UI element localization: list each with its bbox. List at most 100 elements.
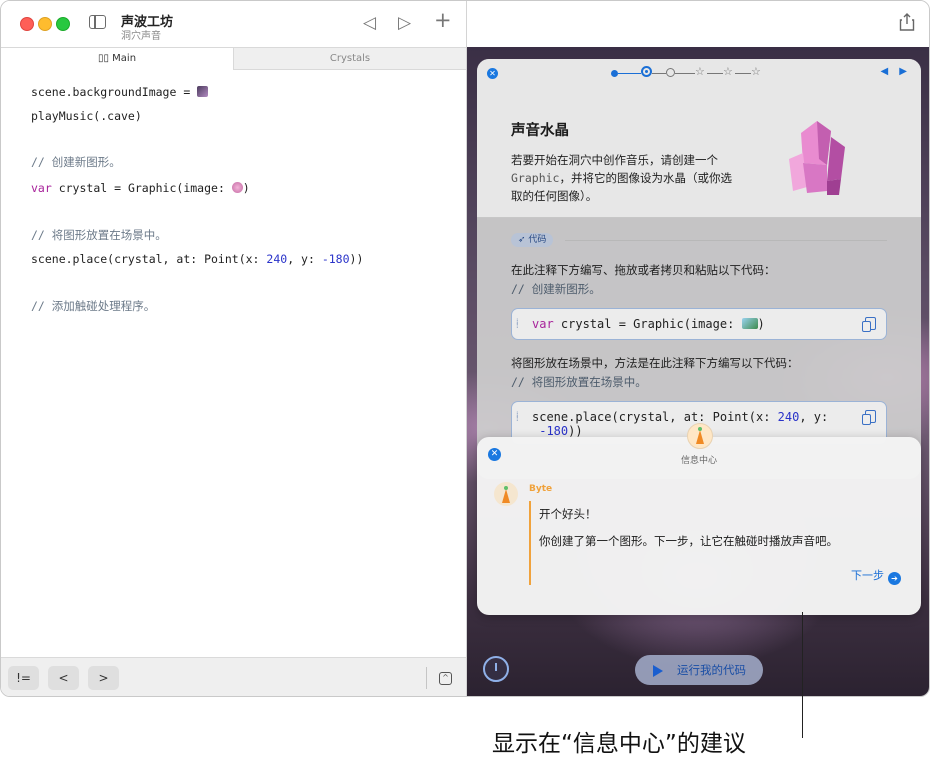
- not-equal-button[interactable]: !=: [8, 666, 39, 690]
- code-comment-1[interactable]: // 创建新图形。: [31, 154, 121, 170]
- number-literal: -180: [539, 424, 569, 438]
- number-literal: 240: [266, 252, 288, 266]
- swift-icon: ➶: [518, 235, 529, 245]
- divider: [565, 240, 887, 241]
- snippet-code: scene.place(crystal, at: Point(x: 240, y…: [532, 410, 828, 438]
- byte-character-icon: [696, 427, 704, 444]
- step1-comment: // 创建新图形。: [511, 282, 601, 296]
- code-line-2[interactable]: playMusic(.cave): [31, 109, 142, 123]
- crystal-image-thumbnail[interactable]: [231, 182, 243, 193]
- message-center-title: 信息中心: [680, 456, 717, 466]
- speed-gauge-icon[interactable]: [483, 656, 509, 682]
- guide-panel: ✕ ☆ ☆ ☆ ◀ ▶ 声音水晶 若要开始在洞穴中创作音乐，请创建一个Graph…: [477, 59, 921, 479]
- intro-text: 若要开始在洞穴中创作音乐，请创建一个: [511, 153, 718, 167]
- message-accent-bar: [529, 501, 531, 585]
- progress-line: [652, 73, 666, 74]
- code-snippet-1[interactable]: ⁞ ⁞ var crystal = Graphic(image: ): [511, 308, 887, 340]
- tab-main-label: Main: [112, 53, 137, 64]
- star-icon[interactable]: ☆: [751, 65, 761, 79]
- playgrounds-window: 声波工坊 洞穴声音 ◁ ▷ + ▯▯ Main Crystals scene.b…: [0, 0, 930, 697]
- run-my-code-button[interactable]: 运行我的代码: [635, 655, 763, 685]
- progress-line: [618, 73, 641, 75]
- book-icon: ▯▯: [97, 53, 109, 64]
- number-literal: 240: [777, 410, 800, 424]
- cave-image-thumbnail[interactable]: [197, 86, 209, 97]
- next-step-label: 下一步: [851, 569, 884, 582]
- copy-icon[interactable]: [862, 410, 876, 425]
- tab-main[interactable]: ▯▯ Main: [1, 48, 234, 70]
- guide-page-nav[interactable]: ◀ ▶: [880, 66, 911, 77]
- code-text: ): [757, 317, 765, 331]
- code-line-1[interactable]: scene.backgroundImage =: [31, 85, 209, 99]
- number-literal: -180: [321, 252, 350, 266]
- code-text: )): [349, 252, 364, 266]
- code-comment-2[interactable]: // 将图形放置在场景中。: [31, 227, 167, 243]
- message-headline: 开个好头！: [539, 507, 597, 521]
- live-view-pane: ✕ ☆ ☆ ☆ ◀ ▶ 声音水晶 若要开始在洞穴中创作音乐，请创建一个Graph…: [467, 1, 929, 696]
- callout-caption: 显示在“信息中心”的建议: [492, 731, 746, 757]
- progress-line: [675, 73, 695, 74]
- tab-crystals[interactable]: Crystals: [234, 48, 466, 70]
- progress-line: [735, 73, 751, 74]
- code-line-4[interactable]: scene.place(crystal, at: Point(x: 240, y…: [31, 252, 363, 266]
- keyword: var: [31, 181, 52, 195]
- step1-instruction: 在此注释下方编写、拖放或者拷贝和粘贴以下代码：: [511, 263, 776, 277]
- arrow-right-icon: ➔: [888, 572, 901, 585]
- less-than-button[interactable]: <: [48, 666, 79, 690]
- code-pill-label: 代码: [528, 235, 547, 245]
- greater-than-button[interactable]: >: [88, 666, 119, 690]
- code-text: )): [568, 424, 583, 438]
- sidebar-toggle-icon[interactable]: [89, 15, 106, 29]
- code-text: ): [242, 181, 250, 195]
- live-view-scene[interactable]: ✕ ☆ ☆ ☆ ◀ ▶ 声音水晶 若要开始在洞穴中创作音乐，请创建一个Graph…: [467, 47, 929, 696]
- step2-comment: // 将图形放置在场景中。: [511, 375, 647, 389]
- keyword: var: [532, 317, 554, 331]
- copy-icon[interactable]: [862, 317, 876, 332]
- drag-handle-icon[interactable]: ⁞ ⁞: [516, 411, 519, 423]
- minimize-window-button[interactable]: [38, 17, 52, 31]
- add-icon[interactable]: +: [434, 10, 452, 31]
- sender-avatar: [494, 482, 518, 506]
- message-center-panel: ✕ 信息中心 Byte 开个好头！ 你创建了第一个图形。下一步，让它在触碰时播放…: [477, 423, 921, 615]
- image-placeholder-icon[interactable]: [741, 318, 758, 329]
- code-comment-3[interactable]: // 添加触碰处理程序。: [31, 298, 155, 314]
- code-text: scene.place(crystal, at: Point(x:: [532, 410, 778, 424]
- callout-line: [802, 612, 803, 738]
- zoom-window-button[interactable]: [56, 17, 70, 31]
- drag-handle-icon[interactable]: ⁞ ⁞: [516, 318, 519, 330]
- code-text: , y:: [799, 410, 829, 424]
- file-tabs: ▯▯ Main Crystals: [1, 47, 466, 70]
- star-icon[interactable]: ☆: [723, 65, 733, 79]
- code-text: crystal = Graphic(image:: [553, 317, 742, 331]
- snippet-code: var crystal = Graphic(image: ): [532, 317, 765, 331]
- guide-title: 声音水晶: [511, 123, 569, 139]
- guide-close-icon[interactable]: ✕: [487, 68, 498, 79]
- divider: [426, 667, 427, 689]
- right-title-bar: [467, 1, 929, 47]
- run-button-label: 运行我的代码: [677, 663, 746, 677]
- close-window-button[interactable]: [20, 17, 34, 31]
- code-editor-pane: 声波工坊 洞穴声音 ◁ ▷ + ▯▯ Main Crystals scene.b…: [1, 1, 467, 696]
- code-text: scene.place(crystal, at: Point(x:: [31, 252, 267, 266]
- star-icon[interactable]: ☆: [695, 65, 705, 79]
- byte-character-icon: [502, 486, 510, 503]
- code-section-pill: ➶ 代码: [511, 233, 554, 247]
- code-line-3[interactable]: var crystal = Graphic(image: ): [31, 181, 250, 195]
- code-text: scene.backgroundImage =: [31, 85, 198, 99]
- step-dot-complete[interactable]: [611, 70, 618, 77]
- back-icon[interactable]: ◁: [363, 13, 376, 33]
- editor-bottom-bar: != < > ^: [1, 657, 466, 696]
- title-bar: 声波工坊 洞穴声音 ◁ ▷ +: [1, 1, 466, 47]
- share-icon[interactable]: [899, 13, 915, 31]
- collapse-keyboard-icon[interactable]: ^: [439, 672, 452, 685]
- step-dot-upcoming[interactable]: [666, 68, 675, 77]
- code-text: , y:: [287, 252, 322, 266]
- step-dot-current[interactable]: [641, 66, 652, 77]
- guide-intro: 若要开始在洞穴中创作音乐，请创建一个Graphic，并将它的图像设为水晶（或你选…: [511, 151, 743, 205]
- next-step-button[interactable]: 下一步 ➔: [851, 567, 901, 585]
- run-icon[interactable]: ▷: [398, 13, 411, 33]
- guide-header: ✕ ☆ ☆ ☆ ◀ ▶ 声音水晶 若要开始在洞穴中创作音乐，请创建一个Graph…: [477, 59, 921, 218]
- message-body: 你创建了第一个图形。下一步，让它在触碰时播放声音吧。: [539, 534, 838, 548]
- code-text: crystal = Graphic(image:: [51, 181, 232, 195]
- byte-avatar-icon: [687, 423, 713, 449]
